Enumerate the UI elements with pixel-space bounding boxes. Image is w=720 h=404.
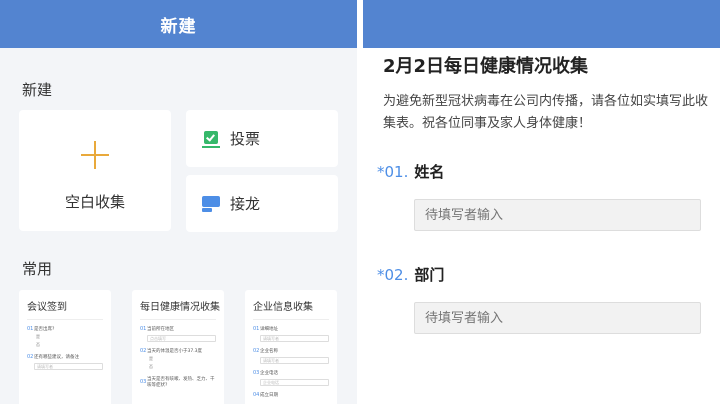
common-section-title: 常用: [22, 260, 53, 278]
vote-label: 投票: [230, 130, 261, 148]
template-title: 每日健康情况收集: [140, 302, 220, 313]
template-title: 企业信息收集: [253, 302, 313, 313]
template-card-health[interactable]: 每日健康情况收集 01 当前所在地区 点击填写 02 当天的体温是否小于37.3…: [132, 290, 224, 404]
form-header-bar: [363, 0, 720, 48]
template-card-meeting[interactable]: 会议签到 01 是否出席? 是 否 02 还有哪些建议，请备注 请填写者: [19, 290, 111, 404]
vote-check-icon: [202, 130, 220, 148]
question-label-department: *02. 部门: [377, 266, 445, 284]
form-description: 为避免新型冠状病毒在公司内传播，请各位如实填写此收集表。祝各位同事及家人身体健康…: [383, 94, 709, 131]
new-collection-panel: 新建 新建 空白收集 投票 接龙 常用 会议签到 01 是否出席? 是 否 02…: [0, 0, 357, 404]
blank-collection-label: 空白收集: [64, 193, 125, 211]
chain-card[interactable]: 接龙: [186, 175, 338, 232]
blank-collection-card[interactable]: 空白收集: [19, 110, 171, 231]
plus-icon: [81, 141, 109, 169]
form-title: 2月2日每日健康情况收集: [383, 56, 589, 77]
vote-card[interactable]: 投票: [186, 110, 338, 167]
template-question: 02 还有哪些建议，请备注: [27, 354, 79, 360]
name-input[interactable]: [414, 199, 701, 231]
department-input[interactable]: [414, 302, 701, 334]
header-title: 新建: [160, 16, 197, 37]
form-preview-panel: 2月2日每日健康情况收集 为避免新型冠状病毒在公司内传播，请各位如实填写此收集表…: [363, 0, 720, 404]
new-section-title: 新建: [22, 81, 53, 99]
template-question: 01 是否出席?: [27, 326, 55, 332]
chain-message-icon: [202, 195, 220, 213]
question-label-name: *01. 姓名: [377, 163, 445, 181]
template-title: 会议签到: [27, 302, 67, 313]
template-card-company[interactable]: 企业信息收集 01 详细地址 请填写者 02 企业名称 请填写者 03 企业电话…: [245, 290, 337, 404]
new-header: 新建: [0, 0, 357, 48]
chain-label: 接龙: [230, 195, 261, 213]
